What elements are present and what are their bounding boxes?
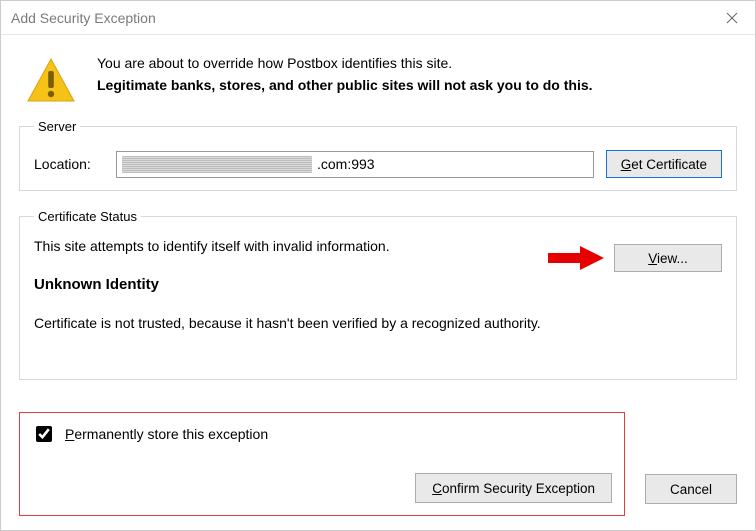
dialog-content: You are about to override how Postbox id… <box>1 35 755 530</box>
perm-rest: ermanently store this exception <box>74 426 268 442</box>
intro-line1: You are about to override how Postbox id… <box>97 53 733 75</box>
window-title: Add Security Exception <box>11 10 709 26</box>
server-fieldset: Server Location: Get Certificate <box>19 119 737 191</box>
view-button-wrap: View... <box>614 244 722 272</box>
cancel-button[interactable]: Cancel <box>645 474 737 504</box>
certificate-status-fieldset: Certificate Status This site attempts to… <box>19 209 737 380</box>
permanent-store-checkbox[interactable] <box>36 426 52 442</box>
permanent-store-checkbox-row[interactable]: Permanently store this exception <box>32 423 612 445</box>
certificate-status-legend: Certificate Status <box>34 209 141 224</box>
location-input-wrap <box>116 151 594 178</box>
close-icon <box>726 12 738 24</box>
cert-body: This site attempts to identify itself wi… <box>34 238 722 367</box>
server-legend: Server <box>34 119 80 134</box>
dialog-window: Add Security Exception You are about to … <box>0 0 756 531</box>
server-row: Location: Get Certificate <box>34 150 722 178</box>
confirm-rest: onfirm Security Exception <box>442 481 595 496</box>
cert-heading: Unknown Identity <box>34 276 722 293</box>
confirm-security-exception-button[interactable]: Confirm Security Exception <box>415 473 612 503</box>
bottom-area: Permanently store this exception Confirm… <box>19 394 737 516</box>
cert-description: Certificate is not trusted, because it h… <box>34 315 722 331</box>
get-cert-rest: et Certificate <box>631 157 707 172</box>
confirm-accel: C <box>432 481 442 496</box>
location-label: Location: <box>34 156 104 172</box>
intro-line2: Legitimate banks, stores, and other publ… <box>97 75 733 97</box>
warning-icon <box>26 57 76 103</box>
intro-row: You are about to override how Postbox id… <box>19 47 737 109</box>
permanent-store-label: Permanently store this exception <box>65 426 268 442</box>
action-row-inner: Confirm Security Exception <box>32 473 612 503</box>
confirm-wrap: Confirm Security Exception <box>415 473 612 503</box>
view-button[interactable]: View... <box>614 244 722 272</box>
warning-icon-wrap <box>23 53 79 103</box>
permanent-store-box: Permanently store this exception Confirm… <box>19 412 625 516</box>
titlebar: Add Security Exception <box>1 1 755 35</box>
view-accel: V <box>648 251 657 266</box>
location-input[interactable] <box>116 151 594 178</box>
intro-text: You are about to override how Postbox id… <box>97 53 733 96</box>
get-certificate-button[interactable]: Get Certificate <box>606 150 722 178</box>
get-cert-accel: G <box>621 157 632 172</box>
view-rest: iew... <box>657 251 688 266</box>
perm-accel: P <box>65 426 74 442</box>
close-button[interactable] <box>709 1 755 35</box>
